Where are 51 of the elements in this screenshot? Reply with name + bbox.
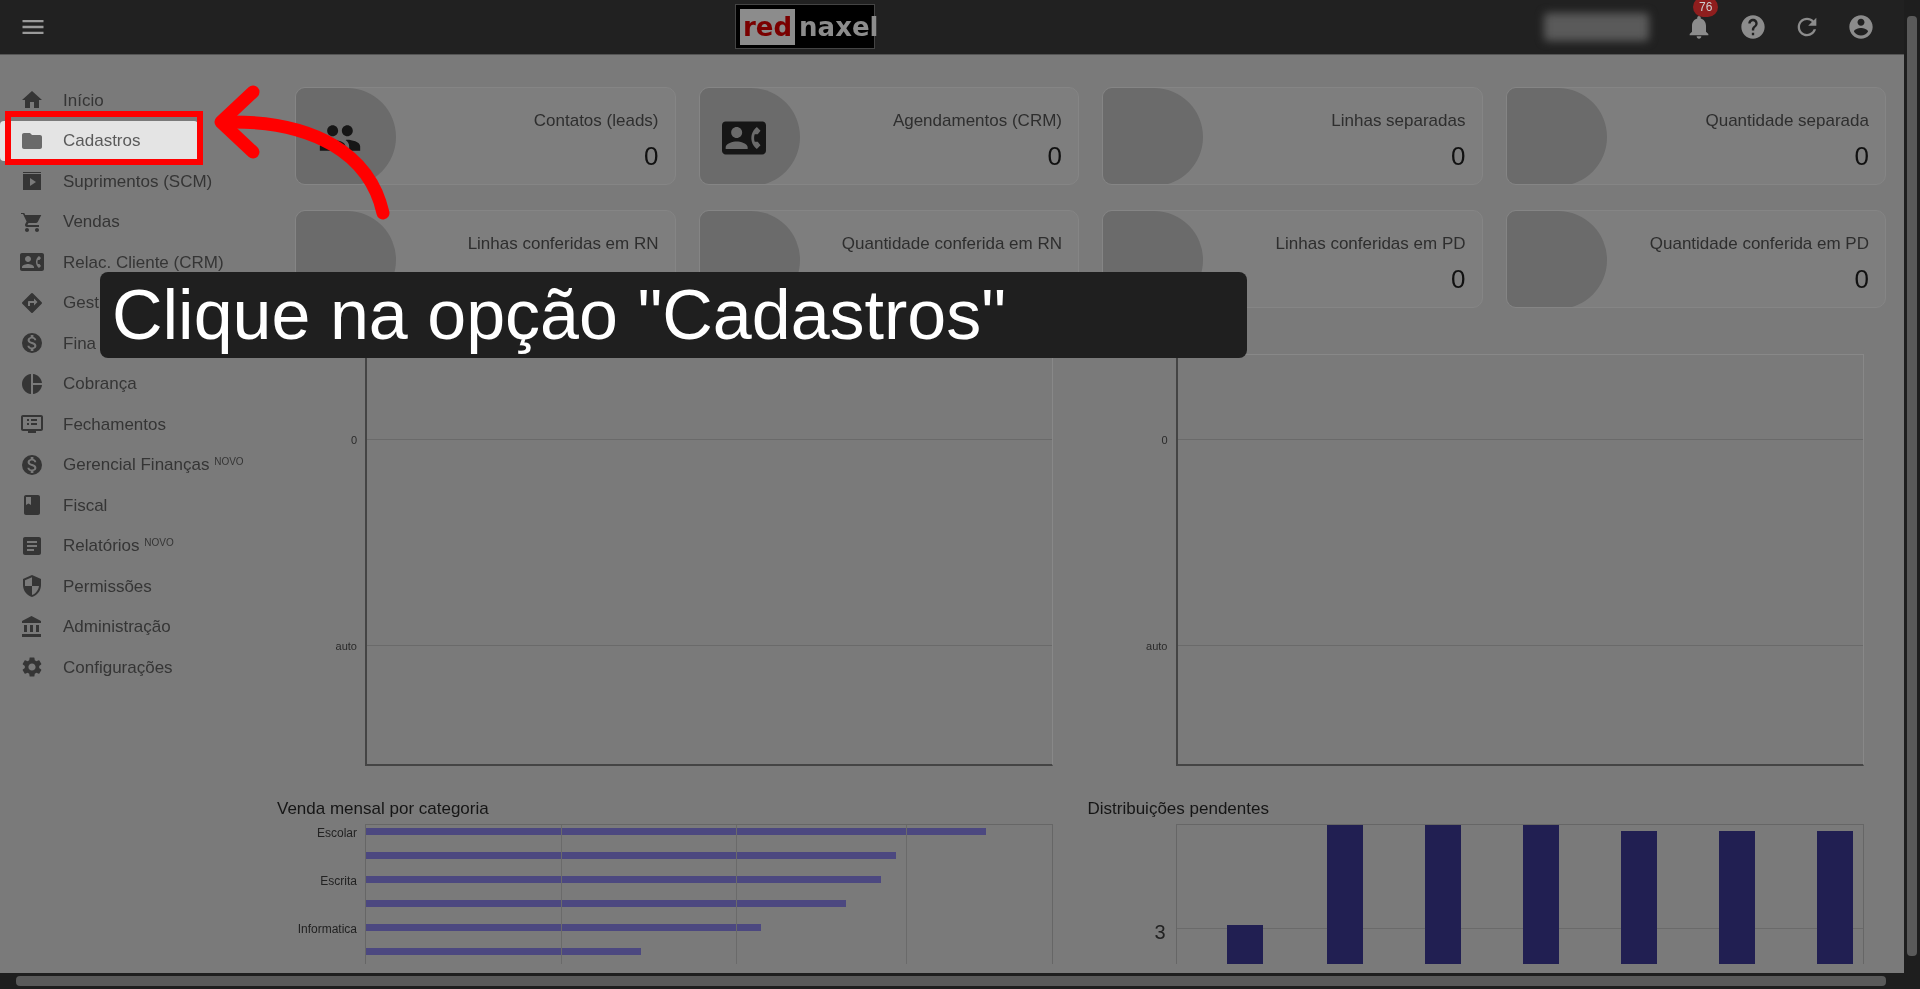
bank-icon [20,614,44,639]
sidebar-item[interactable]: Gerencial Finanças $^{NOVO}$ [0,444,244,485]
bar [1226,925,1263,964]
sidebar-item[interactable]: Início [0,80,198,121]
sidebar-item[interactable]: Cobrança [0,363,198,404]
card-label: Agendamentos (CRM) [892,110,1062,132]
sidebar-item[interactable]: Suprimentos (SCM) [0,161,213,202]
sidebar-item[interactable]: Configurações [0,647,198,688]
card-value: 0 [1451,263,1466,296]
axis-label: Escrita [320,873,357,890]
card-label: Quantidade conferida em PD [1649,233,1869,255]
horizontal-scrollbar[interactable] [0,973,1904,989]
dollar-icon [20,452,44,477]
axis-label: auto [335,639,357,654]
axis-label: auto [1146,639,1168,654]
card-label: Quantidade conferida em RN [841,233,1062,255]
shield-icon [20,574,44,599]
chart-title: Venda mensal por categoria [277,798,490,820]
axis-label: 0 [1161,433,1168,448]
direction-icon [20,290,44,315]
sidebar-item[interactable]: Cadastros [0,120,198,161]
card-label: Contatos (leads) [533,110,659,132]
help-icon [1739,13,1767,41]
sidebar-item[interactable]: Fiscal [0,485,198,526]
card-label: Linhas conferidas em RN [467,233,659,255]
card-value: 0 [1047,140,1062,173]
help-button[interactable] [1739,13,1767,41]
sidebar-item[interactable]: Administração [0,606,198,647]
card-label: Linhas separadas [1331,110,1466,132]
card-label: Linhas conferidas em PD [1275,233,1466,255]
card-value: 0 [1854,263,1869,296]
pie-chart-icon [20,371,44,396]
axis-label: 0 [350,433,357,448]
sidebar-item[interactable]: Permissões [0,566,198,607]
card-value: 0 [1451,140,1466,173]
logo: red naxel [735,4,875,49]
sidebar-item[interactable]: Relatórios $^{NOVO}$ [0,525,198,566]
dollar-icon [20,331,44,356]
tutorial-tooltip: Clique na opção "Cadastros" [100,272,1247,358]
sidebar-item[interactable]: Fechamentos [0,404,198,445]
notification-count: 76 [1693,0,1719,17]
account-button[interactable] [1847,13,1875,41]
axis-label: 3 [1154,920,1166,945]
axis-label: Informatica [297,921,357,938]
card-value: 0 [1854,140,1869,173]
chart-title: Distribuições pendentes [1087,798,1270,820]
card-label: Quantidade separada [1705,110,1869,132]
sidebar-item[interactable]: Vendas [0,201,198,242]
axis-label: Escolar [317,825,357,842]
gear-icon [20,655,44,680]
card-value: 0 [644,140,659,173]
